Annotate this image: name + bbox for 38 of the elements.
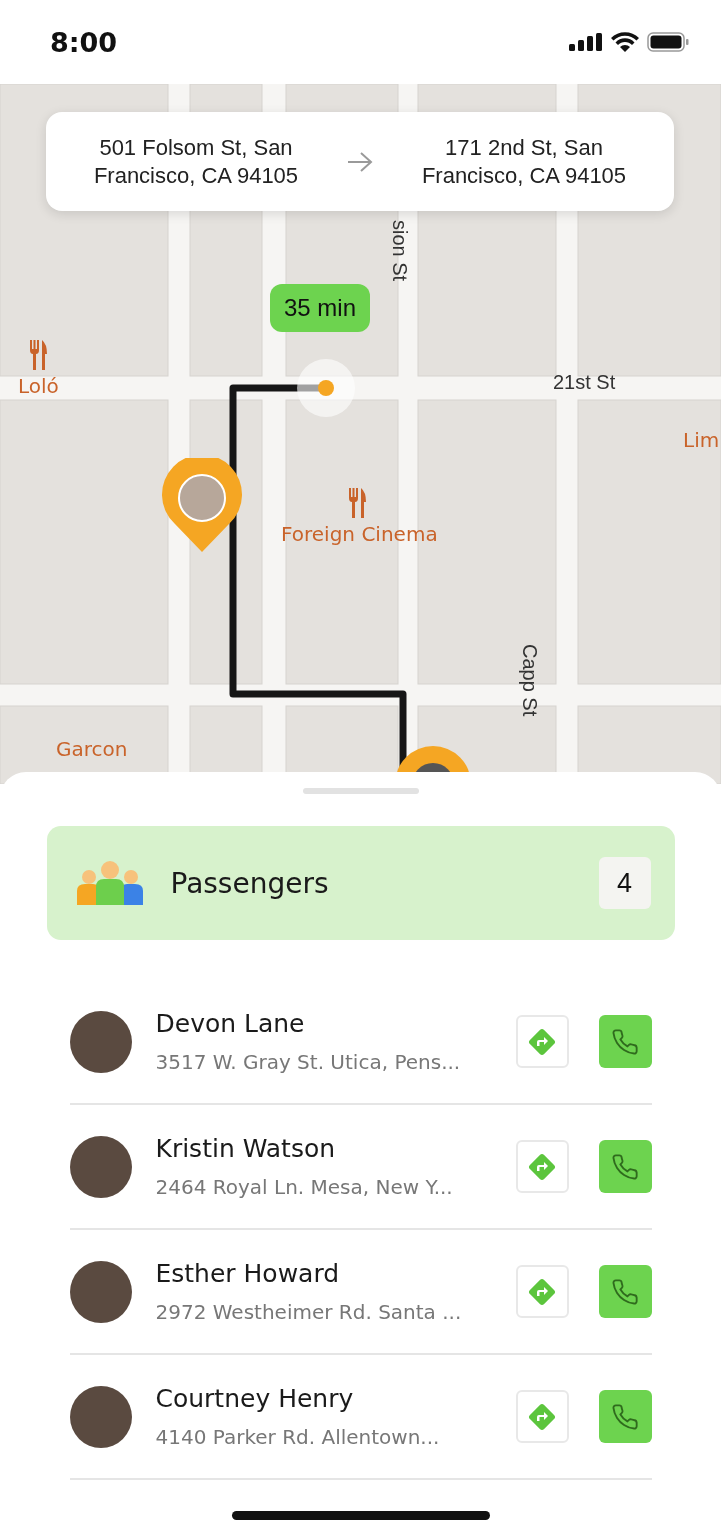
arrow-right-icon	[346, 150, 374, 173]
map-label: sion St	[390, 220, 410, 282]
passengers-title: Passengers	[170, 866, 330, 900]
passenger-count: 4	[598, 857, 651, 909]
passenger-address: 3517 W. Gray St. Utica, Pens...	[155, 1050, 462, 1074]
passenger-name: Devon Lane	[155, 1009, 306, 1038]
status-time: 8:00	[50, 26, 118, 58]
sheet-handle[interactable]	[302, 788, 419, 794]
phone-icon	[611, 1027, 639, 1056]
battery-icon	[647, 32, 689, 52]
passenger-name: Courtney Henry	[155, 1384, 355, 1413]
people-group-icon	[76, 861, 143, 905]
destination-address: 171 2nd St, San Francisco, CA 94105	[420, 134, 628, 189]
map-label: Lim	[683, 430, 720, 450]
passenger-pin[interactable]	[161, 458, 243, 554]
fork-knife-icon	[28, 340, 48, 370]
map-label: Foreign Cinema	[281, 524, 438, 544]
origin-address: 501 Folsom St, San Francisco, CA 94105	[92, 134, 300, 189]
passenger-address: 2972 Westheimer Rd. Santa ...	[155, 1300, 463, 1324]
fork-knife-icon	[347, 488, 367, 518]
eta-bubble: 35 min	[270, 284, 371, 332]
map-label: Capp St	[520, 644, 540, 717]
map-label: Garcon	[56, 739, 128, 759]
call-button[interactable]	[598, 1390, 652, 1443]
call-button[interactable]	[598, 1015, 652, 1068]
map-label: Loló	[18, 376, 59, 396]
phone-icon	[611, 1402, 639, 1431]
call-button[interactable]	[598, 1265, 652, 1318]
phone-icon	[611, 1152, 639, 1181]
passenger-address: 4140 Parker Rd. Allentown...	[155, 1425, 441, 1449]
call-button[interactable]	[598, 1140, 652, 1193]
phone-icon	[611, 1277, 639, 1306]
wifi-icon	[611, 32, 639, 52]
passenger-name: Esther Howard	[155, 1259, 341, 1288]
passenger-address: 2464 Royal Ln. Mesa, New Y...	[155, 1175, 454, 1199]
passenger-name: Kristin Watson	[155, 1134, 337, 1163]
map-label: 21st St	[553, 372, 616, 392]
signal-icon	[569, 33, 603, 51]
